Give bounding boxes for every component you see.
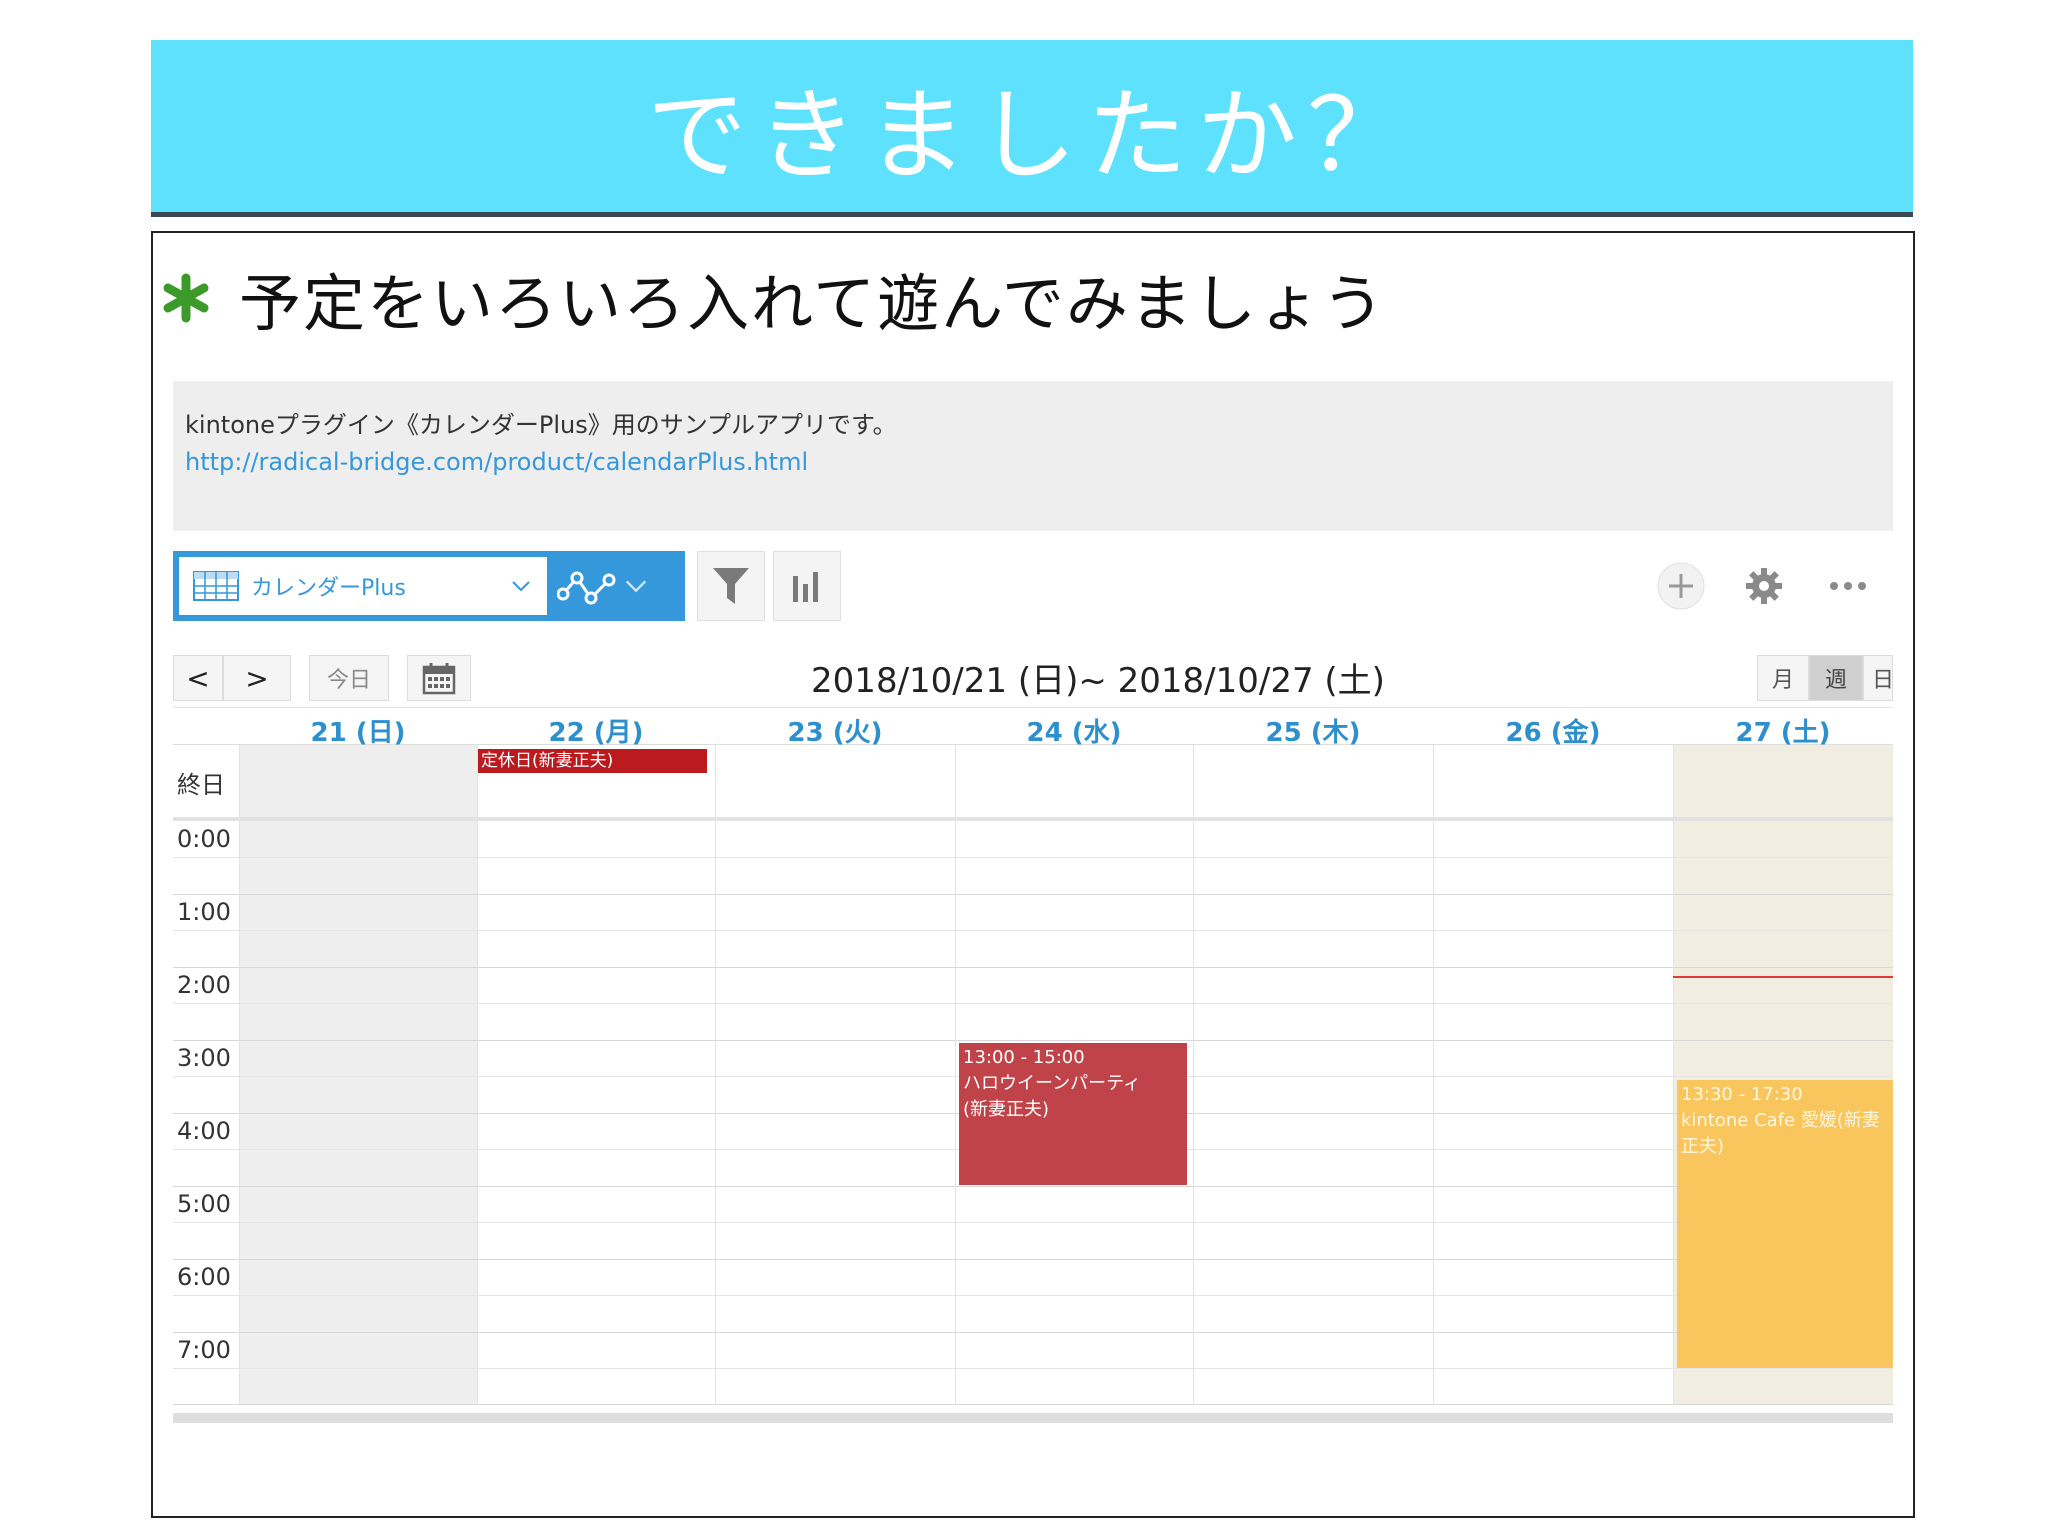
- event-owner: 正夫): [1681, 1136, 1725, 1157]
- add-record-button[interactable]: [1656, 561, 1706, 611]
- event-time: 13:30 - 17:30: [1681, 1084, 1803, 1105]
- chevron-down-icon: [625, 580, 647, 593]
- current-time-indicator: [1673, 976, 1893, 978]
- view-dropdown[interactable]: カレンダーPlus: [179, 557, 547, 615]
- col-divider: [1193, 745, 1194, 817]
- half-hour-line: [173, 857, 1893, 858]
- month-view-button[interactable]: 月: [1757, 655, 1809, 701]
- day-view-button[interactable]: 日: [1863, 655, 1893, 701]
- half-hour-line: [173, 1368, 1893, 1369]
- event-owner: (新妻正夫): [963, 1099, 1050, 1120]
- time-grid: 0:00 1:00 2:00 3:00 4:00 5:00 6:00 7:00 …: [173, 821, 1893, 1405]
- calendar-nav-row: 2018/10/21 (日)~ 2018/10/27 (土) < > 今日 月 …: [173, 645, 1893, 708]
- app-description-box: kintoneプラグイン《カレンダーPlus》用のサンプルアプリです。 http…: [173, 381, 1893, 531]
- plugin-link[interactable]: http://radical-bridge.com/product/calend…: [185, 448, 1881, 476]
- week-view-button[interactable]: 週: [1809, 655, 1863, 701]
- time-label: 4:00: [177, 1117, 231, 1145]
- hour-line: [173, 894, 1893, 895]
- filter-button[interactable]: [697, 551, 765, 621]
- col-divider: [955, 745, 956, 817]
- col-divider: [1433, 745, 1434, 817]
- event-time: 13:00 - 15:00: [963, 1047, 1085, 1068]
- sunday-shade: [239, 745, 477, 817]
- day-header-tue: 23 (火): [787, 718, 883, 748]
- today-button[interactable]: 今日: [309, 655, 389, 701]
- col-divider: [239, 821, 240, 1405]
- plus-icon: [1657, 562, 1705, 610]
- week-calendar: 21 (日) 22 (月) 23 (火) 24 (水) 25 (木) 26 (金…: [173, 708, 1893, 1423]
- day-header-sun: 21 (日): [310, 718, 406, 748]
- col-divider: [477, 821, 478, 1405]
- col-divider: [1433, 821, 1434, 1405]
- bullet-text: 予定をいろいろ入れて遊んでみましょう: [239, 267, 1387, 340]
- hour-line: [173, 1040, 1893, 1041]
- col-divider: [1193, 821, 1194, 1405]
- col-divider: [1673, 745, 1674, 817]
- chart-button[interactable]: [773, 551, 841, 621]
- chevron-down-icon: [512, 581, 530, 592]
- gear-icon: [1746, 568, 1782, 604]
- next-week-button[interactable]: >: [223, 655, 291, 701]
- ellipsis-icon: [1830, 582, 1866, 590]
- slide-title-banner: できましたか？: [151, 40, 1913, 217]
- prev-week-button[interactable]: <: [173, 655, 223, 701]
- time-label: 1:00: [177, 898, 231, 926]
- day-header-fri: 26 (金): [1505, 718, 1601, 748]
- hour-line: [173, 1404, 1893, 1405]
- calendar-event[interactable]: 13:00 - 15:00 ハロウイーンパーティ (新妻正夫): [959, 1043, 1187, 1185]
- view-label: カレンダーPlus: [251, 576, 406, 601]
- hour-line: [173, 967, 1893, 968]
- allday-event[interactable]: 定休日(新妻正夫): [477, 749, 707, 773]
- day-header-wed: 24 (水): [1026, 718, 1122, 748]
- calendar-icon: [422, 663, 456, 695]
- app-description: kintoneプラグイン《カレンダーPlus》用のサンプルアプリです。: [185, 411, 897, 439]
- slide-title: できましたか？: [647, 76, 1417, 194]
- line-graph-icon: [557, 571, 616, 605]
- date-picker-button[interactable]: [407, 655, 471, 701]
- time-label: 7:00: [177, 1336, 231, 1364]
- col-divider: [477, 745, 478, 817]
- col-divider: [1673, 821, 1674, 1405]
- day-header-mon: 22 (月): [548, 718, 644, 748]
- bullet-point: 予定をいろいろ入れて遊んでみましょう: [161, 253, 1386, 343]
- half-hour-line: [173, 1222, 1893, 1223]
- half-hour-line: [173, 1003, 1893, 1004]
- time-label: 0:00: [177, 825, 231, 853]
- more-options-button[interactable]: [1823, 561, 1873, 611]
- asterisk-bullet-icon: [163, 273, 209, 323]
- day-header-sat: 27 (土): [1735, 718, 1831, 748]
- time-label: 3:00: [177, 1044, 231, 1072]
- col-divider: [239, 745, 240, 817]
- graph-menu-button[interactable]: [557, 561, 679, 611]
- table-grid-icon: [193, 571, 239, 601]
- col-divider: [955, 821, 956, 1405]
- time-label: 6:00: [177, 1263, 231, 1291]
- view-toolbar: カレンダーPlus: [173, 551, 1893, 645]
- kintone-app-screenshot: kintoneプラグイン《カレンダーPlus》用のサンプルアプリです。 http…: [173, 381, 1893, 1423]
- col-divider: [715, 745, 716, 817]
- half-hour-line: [173, 930, 1893, 931]
- hour-line: [173, 1332, 1893, 1333]
- day-header-row: 21 (日) 22 (月) 23 (火) 24 (水) 25 (木) 26 (金…: [173, 708, 1893, 748]
- bar-chart-icon: [793, 572, 818, 602]
- time-label: 2:00: [177, 971, 231, 999]
- day-header-thu: 25 (木): [1265, 718, 1361, 748]
- col-divider: [715, 821, 716, 1405]
- hour-line: [173, 1259, 1893, 1260]
- settings-button[interactable]: [1739, 561, 1789, 611]
- time-label: 5:00: [177, 1190, 231, 1218]
- allday-row: 終日 定休日(新妻正夫): [173, 745, 1893, 821]
- funnel-icon: [713, 568, 749, 604]
- content-frame: 予定をいろいろ入れて遊んでみましょう kintoneプラグイン《カレンダーPlu…: [151, 231, 1915, 1518]
- allday-label: 終日: [177, 771, 225, 799]
- event-title: ハロウイーンパーティ: [963, 1073, 1142, 1094]
- horizontal-scrollbar[interactable]: [173, 1413, 1893, 1423]
- half-hour-line: [173, 1295, 1893, 1296]
- view-selector[interactable]: カレンダーPlus: [173, 551, 685, 621]
- calendar-event[interactable]: 13:30 - 17:30 kintone Cafe 愛媛(新妻 正夫): [1677, 1080, 1893, 1368]
- event-title: kintone Cafe 愛媛(新妻: [1681, 1110, 1880, 1131]
- saturday-shade: [1673, 745, 1893, 817]
- hour-line: [173, 1186, 1893, 1187]
